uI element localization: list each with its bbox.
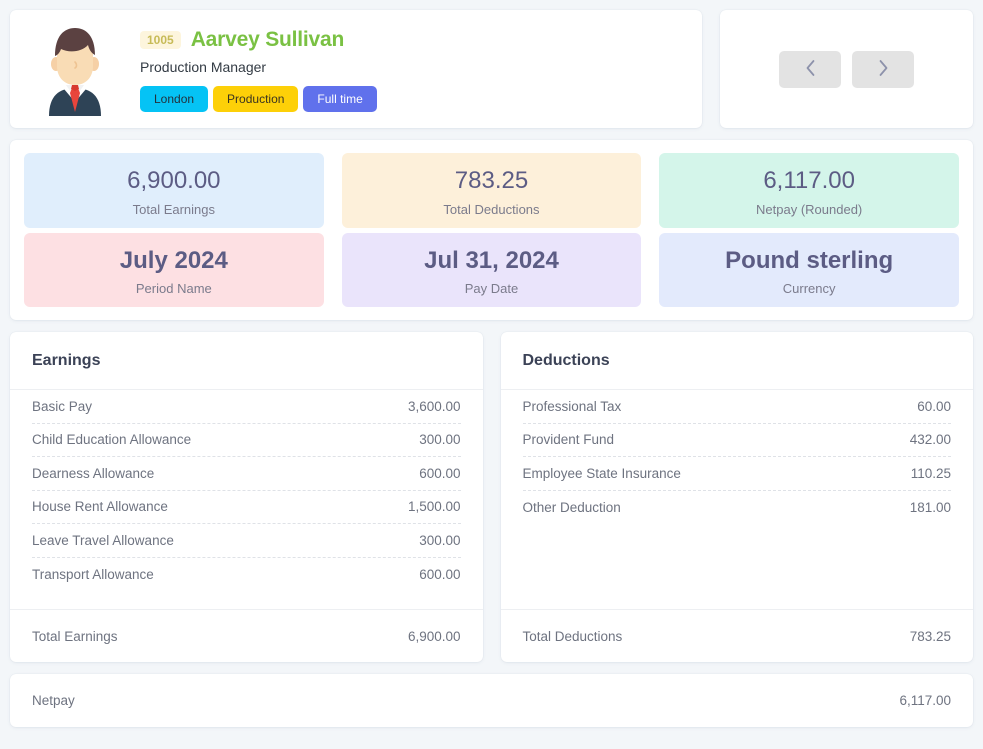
earnings-total-amount: 6,900.00 [407,628,461,644]
stat-period-name: July 2024 Period Name [24,232,324,308]
table-row: Leave Travel Allowance 300.00 [32,524,461,558]
deductions-header: Deductions [500,332,973,391]
earnings-total-row: Total Earnings 6,900.00 [10,609,483,662]
stat-netpay-rounded: 6,117.00 Netpay (Rounded) [659,153,959,228]
stat-label: Total Earnings [132,201,216,217]
breakdown-row: Earnings Basic Pay 3,600.00 Child Educat… [10,332,974,663]
stat-value: 6,117.00 [763,167,855,194]
stat-value: Jul 31, 2024 [424,246,559,274]
earnings-rows: Basic Pay 3,600.00 Child Education Allow… [10,390,483,609]
netpay-card: Netpay 6,117.00 [10,674,973,728]
tag-employment-type[interactable]: Full time [303,86,377,112]
earnings-header: Earnings [10,332,483,391]
deductions-title: Deductions [522,352,610,370]
table-row: House Rent Allowance 1,500.00 [32,491,461,525]
summary-card: 6,900.00 Total Earnings 783.25 Total Ded… [10,140,973,321]
table-row: Child Education Allowance 300.00 [32,424,461,458]
employee-job-title: Production Manager [140,59,267,75]
stat-total-earnings: 6,900.00 Total Earnings [24,153,324,228]
next-employee-button[interactable] [852,50,914,88]
row-label: Basic Pay [32,398,93,414]
employee-id-badge: 1005 [140,31,181,49]
row-label: Dearness Allowance [32,465,155,481]
stat-total-deductions: 783.25 Total Deductions [341,153,642,228]
header-row: 1005 Aarvey Sullivan Production Manager … [10,10,973,128]
row-label: Professional Tax [522,398,622,414]
row-amount: 600.00 [419,465,461,481]
row-amount: 1,500.00 [407,499,461,515]
stat-pay-date: Jul 31, 2024 Pay Date [341,232,642,308]
employee-info: 1005 Aarvey Sullivan Production Manager … [140,26,377,112]
earnings-total-label: Total Earnings [32,628,118,644]
row-label: Child Education Allowance [32,432,192,448]
stat-value: Pound sterling [725,246,894,274]
row-amount: 60.00 [917,398,951,414]
stat-label: Period Name [135,281,212,297]
stat-currency: Pound sterling Currency [659,232,959,308]
previous-employee-button[interactable] [779,50,841,88]
row-label: Transport Allowance [32,566,154,582]
row-amount: 300.00 [419,432,461,448]
earnings-card: Earnings Basic Pay 3,600.00 Child Educat… [10,332,483,663]
stat-label: Netpay (Rounded) [756,201,863,217]
navigation-card [720,10,973,128]
table-row: Professional Tax 60.00 [522,390,951,424]
row-label: Other Deduction [522,499,621,515]
employee-name: Aarvey Sullivan [190,28,345,51]
table-row: Transport Allowance 600.00 [32,558,461,592]
earnings-title: Earnings [32,352,101,370]
row-amount: 300.00 [419,532,461,548]
stat-value: July 2024 [119,246,228,274]
netpay-amount: 6,117.00 [899,693,951,709]
row-label: Provident Fund [522,432,615,448]
tag-location[interactable]: London [140,86,209,112]
row-amount: 110.25 [910,465,951,481]
table-row: Basic Pay 3,600.00 [32,390,461,424]
row-label: House Rent Allowance [32,499,168,515]
chevron-right-icon [877,58,890,81]
deductions-total-row: Total Deductions 783.25 [500,609,973,662]
row-amount: 3,600.00 [407,398,461,414]
employee-tags: London Production Full time [140,86,377,112]
tag-department[interactable]: Production [213,86,299,112]
table-row: Provident Fund 432.00 [522,424,951,458]
stat-label: Currency [782,281,836,297]
stat-value: 783.25 [454,167,529,194]
stat-label: Total Deductions [443,201,540,217]
payslip-page: 1005 Aarvey Sullivan Production Manager … [0,0,983,749]
deductions-rows: Professional Tax 60.00 Provident Fund 43… [501,390,974,609]
row-amount: 432.00 [909,432,951,448]
deductions-total-label: Total Deductions [522,628,623,644]
deductions-total-amount: 783.25 [909,628,951,644]
table-row: Dearness Allowance 600.00 [32,457,461,491]
table-row: Employee State Insurance 110.25 [522,457,951,491]
employee-card: 1005 Aarvey Sullivan Production Manager … [10,10,702,128]
row-amount: 600.00 [419,566,461,582]
row-amount: 181.00 [909,499,951,515]
stat-label: Pay Date [464,281,519,297]
netpay-label: Netpay [32,693,75,709]
employee-name-row: 1005 Aarvey Sullivan [140,28,377,52]
stat-value: 6,900.00 [127,167,221,194]
table-row: Other Deduction 181.00 [523,491,952,525]
chevron-left-icon [804,58,817,81]
deductions-card: Deductions Professional Tax 60.00 Provid… [500,332,974,663]
row-label: Leave Travel Allowance [32,532,174,548]
row-label: Employee State Insurance [522,465,681,481]
person-avatar-icon [28,22,122,116]
